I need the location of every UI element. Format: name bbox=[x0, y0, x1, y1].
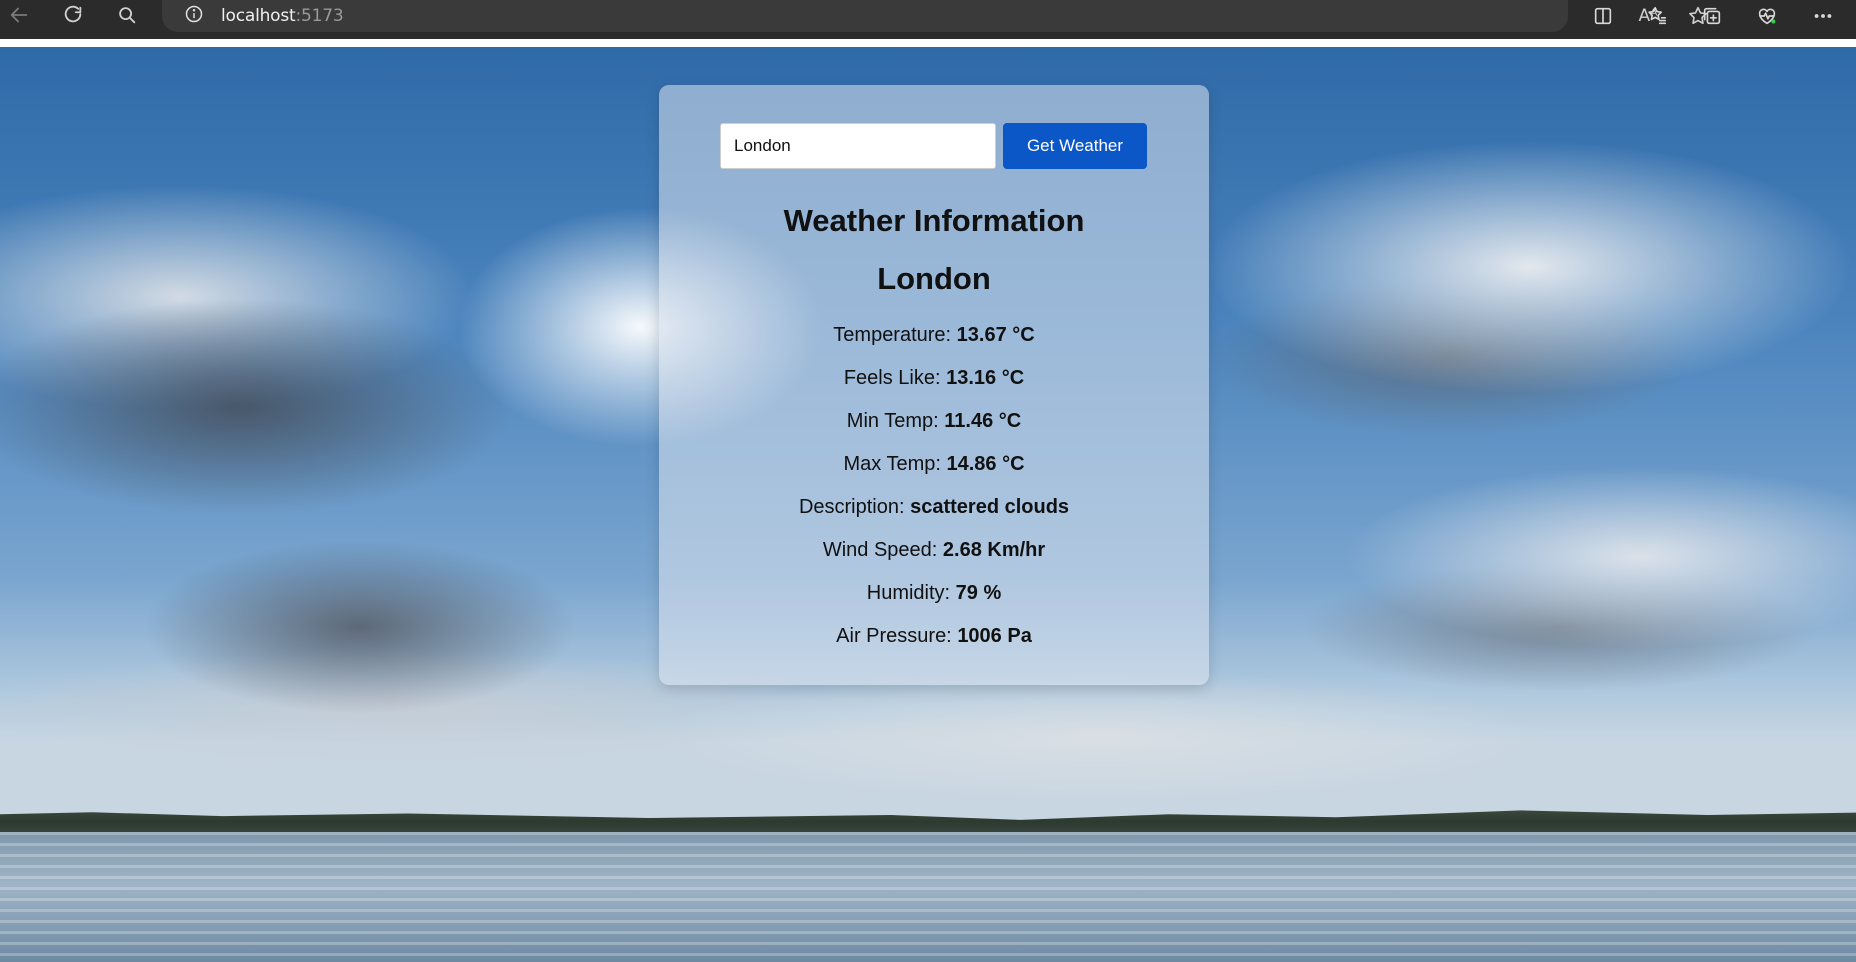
stat-temperature: Temperature: 13.67 °C bbox=[659, 323, 1209, 366]
search-icon[interactable] bbox=[112, 0, 142, 30]
stat-label: Min Temp: bbox=[846, 410, 945, 432]
split-screen-icon[interactable] bbox=[1586, 0, 1620, 32]
page-background: Get Weather Weather Information London T… bbox=[0, 47, 1856, 962]
stat-label: Max Temp: bbox=[843, 453, 947, 475]
stat-value: 13.16 °C bbox=[946, 367, 1025, 389]
stat-label: Humidity: bbox=[866, 582, 956, 604]
address-bar[interactable]: localhost:5173 Aᴬ bbox=[162, 0, 1707, 32]
stat-value: 13.67 °C bbox=[956, 324, 1035, 346]
stat-feels-like: Feels Like: 13.16 °C bbox=[659, 366, 1209, 409]
browser-toolbar: localhost:5173 Aᴬ bbox=[0, 0, 1856, 39]
city-input[interactable] bbox=[720, 123, 996, 169]
stat-value: 14.86 °C bbox=[946, 453, 1025, 475]
stat-value: 79 % bbox=[955, 582, 1002, 604]
stat-min-temp: Min Temp: 11.46 °C bbox=[659, 409, 1209, 452]
health-icon[interactable] bbox=[1750, 0, 1784, 32]
stat-air-pressure: Air Pressure: 1006 Pa bbox=[659, 624, 1209, 667]
stat-max-temp: Max Temp: 14.86 °C bbox=[659, 452, 1209, 495]
stat-label: Air Pressure: bbox=[836, 625, 958, 647]
background-water bbox=[0, 832, 1856, 962]
stat-label: Temperature: bbox=[833, 324, 957, 346]
city-name: London bbox=[877, 261, 991, 296]
url-port: :5173 bbox=[295, 6, 344, 26]
url-host: localhost bbox=[221, 6, 296, 26]
stat-label: Feels Like: bbox=[843, 367, 947, 389]
collections-icon[interactable] bbox=[1695, 0, 1729, 32]
weather-stats: Temperature: 13.67 °C Feels Like: 13.16 … bbox=[659, 323, 1209, 667]
stat-value: 11.46 °C bbox=[944, 410, 1022, 432]
url-text[interactable]: localhost:5173 bbox=[221, 6, 344, 26]
more-options-icon[interactable] bbox=[1806, 0, 1840, 32]
get-weather-button[interactable]: Get Weather bbox=[1003, 123, 1147, 169]
stat-wind-speed: Wind Speed: 2.68 Km/hr bbox=[659, 538, 1209, 581]
info-icon[interactable] bbox=[184, 4, 204, 29]
favorites-icon[interactable] bbox=[1640, 0, 1674, 32]
search-row: Get Weather bbox=[720, 123, 1147, 169]
stat-value: 1006 Pa bbox=[957, 625, 1032, 647]
stat-value: 2.68 Km/hr bbox=[942, 539, 1046, 561]
stat-humidity: Humidity: 79 % bbox=[659, 581, 1209, 624]
stat-value: scattered clouds bbox=[910, 496, 1070, 518]
back-icon[interactable] bbox=[4, 0, 34, 30]
stat-label: Description: bbox=[798, 496, 911, 518]
reload-icon[interactable] bbox=[58, 0, 88, 30]
weather-heading: Weather Information bbox=[783, 203, 1085, 238]
stat-label: Wind Speed: bbox=[822, 539, 943, 561]
stat-description: Description: scattered clouds bbox=[659, 495, 1209, 538]
weather-card: Get Weather Weather Information London T… bbox=[659, 85, 1209, 685]
page-top-strip bbox=[0, 39, 1856, 47]
